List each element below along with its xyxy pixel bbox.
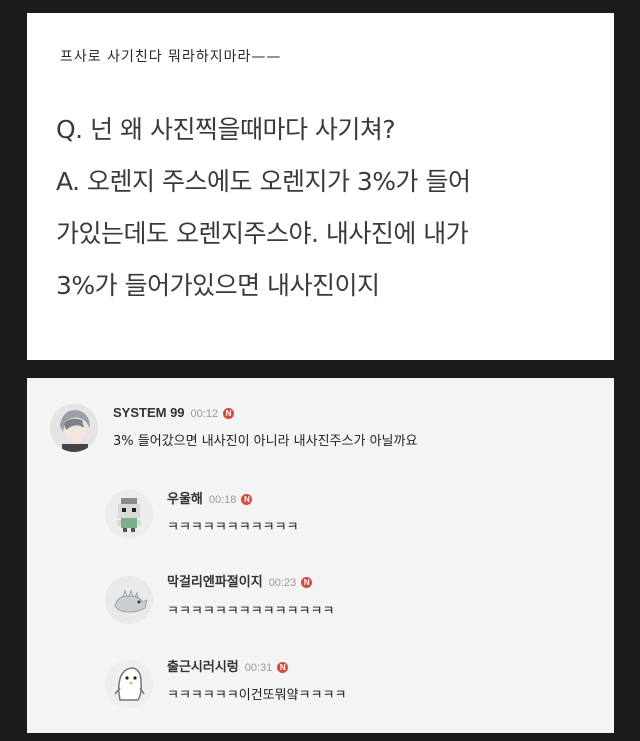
qa-text-block: Q. 넌 왜 사진찍을때마다 사기쳐? A. 오렌지 주스에도 오렌지가 3%가… [56,104,604,312]
comment-meta: 막걸리엔파절이지 00:23 N [167,571,313,590]
comment-text: ㅋㅋㅋㅋㅋㅋㅋㅋㅋㅋㅋㅋㅋㅋ [167,604,335,619]
new-badge-icon: N [301,577,313,588]
comment-meta: 우울해 00:18 N [167,488,253,507]
comment-text: ㅋㅋㅋㅋㅋㅋ이건또뭐얔ㅋㅋㅋㅋ [167,688,347,703]
comment-nickname[interactable]: 우울해 [167,491,203,506]
avatar[interactable] [105,490,153,538]
qa-line: A. 오렌지 주스에도 오렌지가 3%가 들어 [56,167,471,196]
new-badge-icon: N [241,494,253,505]
comment-time: 00:23 [268,577,297,589]
qa-line: Q. 넌 왜 사진찍을때마다 사기쳐? [56,115,396,144]
comment-meta: 출근시러시렁 00:31 N [167,656,289,675]
comment-time: 00:12 [190,408,219,420]
anime-character-avatar-icon [50,404,98,452]
comment-text: ㅋㅋㅋㅋㅋㅋㅋㅋㅋㅋㅋ [167,520,299,535]
new-badge-icon: N [223,408,235,419]
new-badge-icon: N [277,662,289,673]
comment-text: 3% 들어갔으면 내사진이 아니라 내사진주스가 아닐까요 [113,434,418,449]
avatar[interactable] [105,660,153,708]
qa-line: 3%가 들어가있으면 내사진이지 [56,271,380,300]
comment-time: 00:18 [208,494,237,506]
handwritten-note: 프사로 사기친다 뭐라하지마라—— [60,49,282,65]
comment-nickname[interactable]: 출근시러시렁 [167,659,239,674]
comment-time: 00:31 [244,662,273,674]
comment-nickname[interactable]: 막걸리엔파절이지 [167,574,263,589]
avatar[interactable] [105,576,153,624]
dinosaur-avatar-icon [105,576,153,624]
penguin-avatar-icon [105,660,153,708]
avatar[interactable] [50,404,98,452]
pixel-character-avatar-icon [105,490,153,538]
qa-line: 가있는데도 오렌지주스야. 내사진에 내가 [56,219,469,248]
comment-meta: SYSTEM 99 00:12 N [113,402,235,421]
comment-nickname[interactable]: SYSTEM 99 [113,405,185,420]
